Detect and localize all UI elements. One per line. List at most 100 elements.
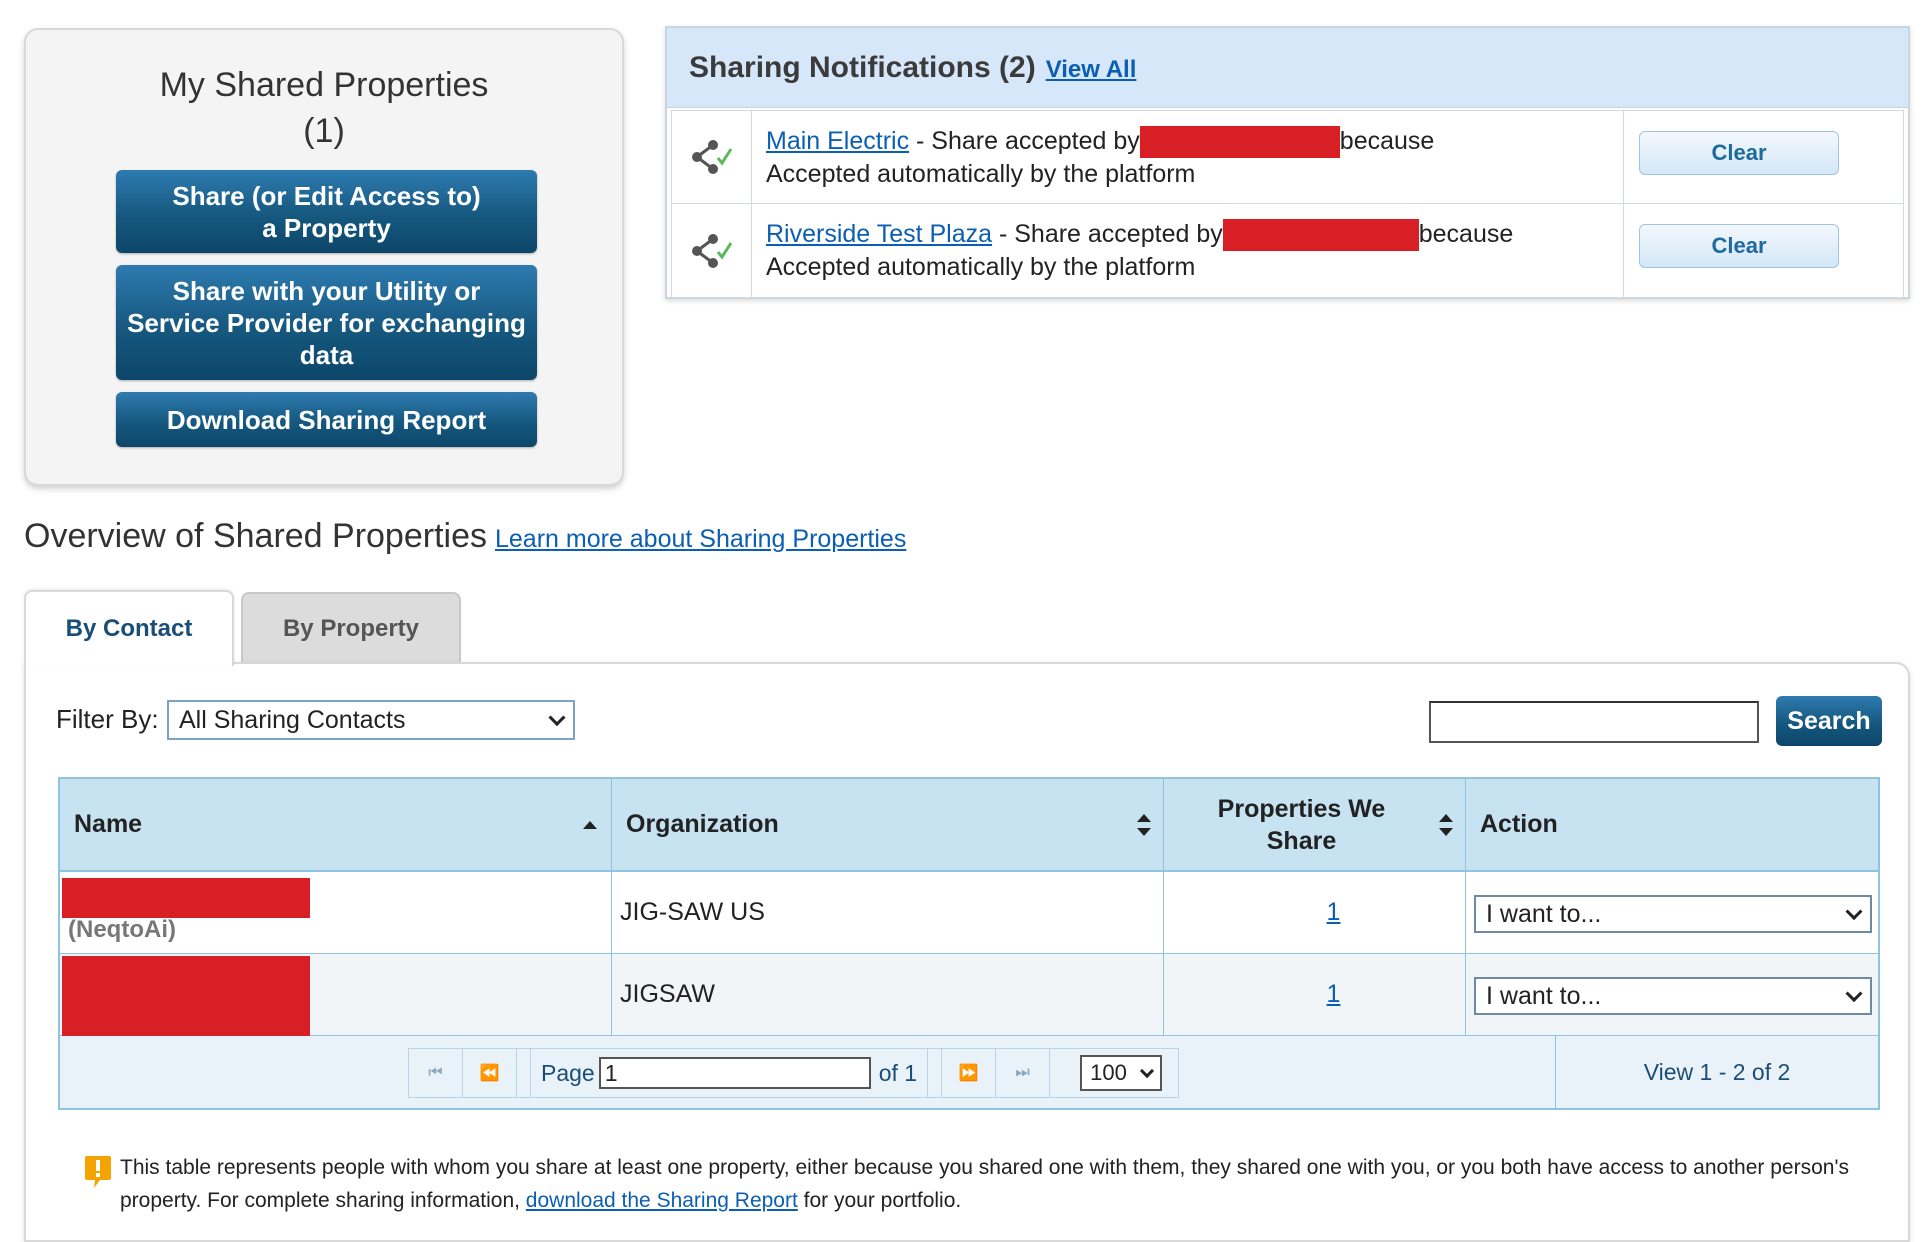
page-total-label: of 1 [871, 1049, 929, 1097]
learn-more-link[interactable]: Learn more about Sharing Properties [495, 525, 906, 554]
redacted-name [62, 956, 310, 1036]
download-sharing-report-link[interactable]: download the Sharing Report [526, 1189, 798, 1212]
first-page-icon[interactable]: ⏮ [409, 1049, 463, 1097]
overview-title: Overview of Shared Properties [24, 517, 487, 555]
share-property-button-line1: Share (or Edit Access to) [172, 180, 481, 211]
pager-controls: ⏮ ⏪ Page 1 of 1 ⏩ ⏭ 100 [60, 1036, 1556, 1108]
page-size-value: 100 [1090, 1060, 1127, 1085]
notification-property-link[interactable]: Riverside Test Plaza [766, 220, 992, 248]
next-page-icon[interactable]: ⏩ [942, 1049, 997, 1097]
redacted-contact [1139, 126, 1340, 159]
contact-subtitle: (NeqtoAi) [68, 916, 176, 943]
filter-selected-value: All Sharing Contacts [179, 705, 406, 734]
column-header-properties[interactable]: Properties We Share [1164, 779, 1466, 870]
table-note: This table represents people with whom y… [120, 1151, 1860, 1217]
share-accepted-icon [672, 204, 752, 297]
column-header-organization[interactable]: Organization [612, 779, 1164, 870]
page-label: Page [541, 1059, 595, 1086]
organization-value: JIGSAW [620, 980, 715, 1008]
cell-properties: 1 [1164, 954, 1466, 1035]
clear-button-label: Clear [1711, 140, 1767, 165]
pager-button-group: ⏮ ⏪ Page 1 of 1 ⏩ ⏭ 100 [408, 1048, 1180, 1098]
view-range: View 1 - 2 of 2 [1556, 1036, 1878, 1108]
filter-select[interactable]: All Sharing Contacts [167, 700, 575, 740]
note-text-after: for your portfolio. [797, 1189, 962, 1212]
action-select-value: I want to... [1486, 981, 1602, 1010]
notification-text: Main Electric - Share accepted by because… [766, 125, 1621, 190]
notification-row: Riverside Test Plaza - Share accepted by… [671, 204, 1904, 298]
column-organization-label: Organization [626, 810, 779, 838]
clear-notification-button[interactable]: Clear [1639, 131, 1839, 175]
properties-count-link[interactable]: 1 [1327, 898, 1341, 927]
shared-properties-title: My Shared Properties (1) [26, 62, 622, 154]
view-range-text: View 1 - 2 of 2 [1643, 1058, 1791, 1085]
chevron-down-icon [1845, 985, 1863, 1003]
shared-contacts-panel: Filter By: All Sharing Contacts Search N… [24, 662, 1910, 1242]
my-shared-properties-card: My Shared Properties (1) Share (or Edit … [24, 28, 624, 486]
contacts-table: Name Organization Properties We Share Ac… [58, 777, 1880, 1110]
notification-action-cell: Clear [1623, 111, 1903, 203]
pager-separator [517, 1049, 531, 1097]
organization-value: JIG-SAW US [620, 898, 765, 926]
column-name-label: Name [74, 810, 143, 838]
search-input[interactable] [1429, 701, 1759, 743]
shared-properties-count: (1) [303, 112, 345, 150]
share-with-utility-label: Share with your Utility or Service Provi… [127, 275, 526, 370]
notification-action-cell: Clear [1623, 204, 1903, 297]
notification-property-link[interactable]: Main Electric [766, 127, 909, 155]
cell-name [60, 954, 612, 1036]
sort-icon [1137, 813, 1151, 836]
cell-properties: 1 [1164, 872, 1466, 953]
search-button-label: Search [1787, 706, 1871, 735]
pager-separator [928, 1049, 943, 1097]
sort-icon [1439, 813, 1453, 836]
sort-ascending-icon [583, 820, 597, 829]
notification-because: because [1339, 127, 1435, 155]
tab-by-contact[interactable]: By Contact [24, 590, 234, 666]
table-header: Name Organization Properties We Share Ac… [60, 779, 1878, 872]
cell-action: I want to... [1466, 954, 1878, 1035]
action-select[interactable]: I want to... [1474, 977, 1872, 1015]
previous-page-icon[interactable]: ⏪ [463, 1049, 517, 1097]
share-property-button-line2: a Property [262, 212, 391, 243]
share-property-button[interactable]: Share (or Edit Access to) a Property [116, 170, 537, 253]
sharing-notifications-panel: Sharing Notifications (2) View All Main … [665, 26, 1910, 299]
notification-reason: Accepted automatically by the platform [766, 253, 1196, 282]
view-all-link[interactable]: View All [1046, 56, 1137, 84]
clear-button-label: Clear [1711, 233, 1767, 258]
clear-notification-button[interactable]: Clear [1639, 224, 1839, 268]
column-header-action: Action [1466, 779, 1878, 870]
cell-organization: JIGSAW [612, 954, 1164, 1035]
last-page-icon[interactable]: ⏭ [996, 1049, 1051, 1097]
download-sharing-report-label: Download Sharing Report [166, 404, 487, 435]
page-number-value: 1 [604, 1060, 618, 1086]
column-action-label: Action [1480, 810, 1558, 838]
chevron-down-icon [1845, 903, 1863, 921]
properties-count-link[interactable]: 1 [1327, 980, 1341, 1009]
download-sharing-report-button[interactable]: Download Sharing Report [116, 392, 537, 447]
tab-by-property[interactable]: By Property [241, 592, 461, 664]
column-header-name[interactable]: Name [60, 779, 612, 870]
search-button[interactable]: Search [1776, 696, 1882, 746]
table-pager: ⏮ ⏪ Page 1 of 1 ⏩ ⏭ 100 View 1 - 2 of 2 [60, 1036, 1878, 1108]
notification-because: because [1418, 220, 1514, 248]
notifications-header: Sharing Notifications (2) View All [667, 28, 1908, 108]
overview-heading: Overview of Shared Properties Learn more… [24, 517, 906, 556]
notifications-list: Main Electric - Share accepted by because… [671, 110, 1904, 298]
redacted-contact [1222, 219, 1419, 252]
cell-organization: JIG-SAW US [612, 872, 1164, 953]
table-row: (NeqtoAi) JIG-SAW US 1 I want to... [60, 872, 1878, 954]
share-accepted-icon [672, 111, 752, 203]
cell-action: I want to... [1466, 872, 1878, 953]
redacted-name [62, 878, 310, 918]
table-row: JIGSAW 1 I want to... [60, 954, 1878, 1036]
chevron-down-icon [1140, 1063, 1155, 1079]
page-number-input[interactable]: 1 [598, 1057, 871, 1089]
cell-name: (NeqtoAi) [60, 872, 612, 953]
column-properties-label: Properties We Share [1217, 794, 1386, 855]
share-with-utility-button[interactable]: Share with your Utility or Service Provi… [116, 265, 537, 380]
page-size-select[interactable]: 100 [1080, 1055, 1163, 1091]
action-select[interactable]: I want to... [1474, 895, 1872, 933]
notification-message: - Share accepted by [992, 220, 1223, 248]
chevron-down-icon [548, 709, 566, 727]
